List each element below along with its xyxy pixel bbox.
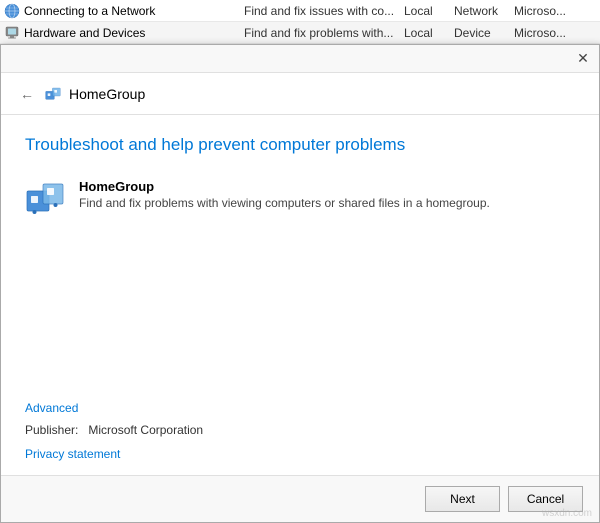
row-name-text: Hardware and Devices: [24, 26, 145, 40]
tool-item-text: HomeGroup Find and fix problems with vie…: [79, 179, 490, 210]
tool-name: HomeGroup: [79, 179, 490, 194]
troubleshoot-dialog: ✕ ← HomeGroup Troubleshoot and help prev…: [0, 44, 600, 523]
publisher-value: Microsoft Corporation: [88, 423, 203, 437]
row-name-text: Connecting to a Network: [24, 4, 155, 18]
next-button[interactable]: Next: [425, 486, 500, 512]
row-desc: Find and fix problems with...: [244, 26, 404, 40]
publisher-line: Publisher: Microsoft Corporation: [1, 423, 599, 445]
row-pub: Microso...: [514, 4, 594, 18]
row-name: Connecting to a Network: [4, 3, 244, 19]
row-type: Network: [454, 4, 514, 18]
row-desc: Find and fix issues with co...: [244, 4, 404, 18]
network-icon: [4, 3, 20, 19]
dialog-footer-links: Advanced: [1, 401, 599, 423]
watermark: wsxdn.com: [542, 508, 592, 519]
row-type: Device: [454, 26, 514, 40]
close-button[interactable]: ✕: [573, 49, 593, 69]
tool-icon: [25, 179, 65, 219]
publisher-label: Publisher:: [25, 423, 78, 437]
troubleshoot-heading: Troubleshoot and help prevent computer p…: [25, 135, 575, 155]
dialog-header-title: HomeGroup: [69, 86, 145, 102]
tool-item: HomeGroup Find and fix problems with vie…: [25, 179, 575, 219]
row-local: Local: [404, 26, 454, 40]
dialog-titlebar: ✕: [1, 45, 599, 73]
advanced-link[interactable]: Advanced: [25, 401, 575, 415]
list-row[interactable]: Connecting to a Network Find and fix iss…: [0, 0, 600, 22]
dialog-buttons: Next Cancel: [1, 475, 599, 522]
tool-desc: Find and fix problems with viewing compu…: [79, 196, 490, 210]
dialog-content: Troubleshoot and help prevent computer p…: [1, 115, 599, 401]
homegroup-header-icon: [45, 86, 61, 102]
privacy-link[interactable]: Privacy statement: [25, 447, 120, 461]
hardware-icon: [4, 25, 20, 41]
row-pub: Microso...: [514, 26, 594, 40]
list-row[interactable]: Hardware and Devices Find and fix proble…: [0, 22, 600, 44]
row-name: Hardware and Devices: [4, 25, 244, 41]
back-button[interactable]: ←: [17, 84, 37, 104]
dialog-header: ← HomeGroup: [1, 73, 599, 115]
row-local: Local: [404, 4, 454, 18]
